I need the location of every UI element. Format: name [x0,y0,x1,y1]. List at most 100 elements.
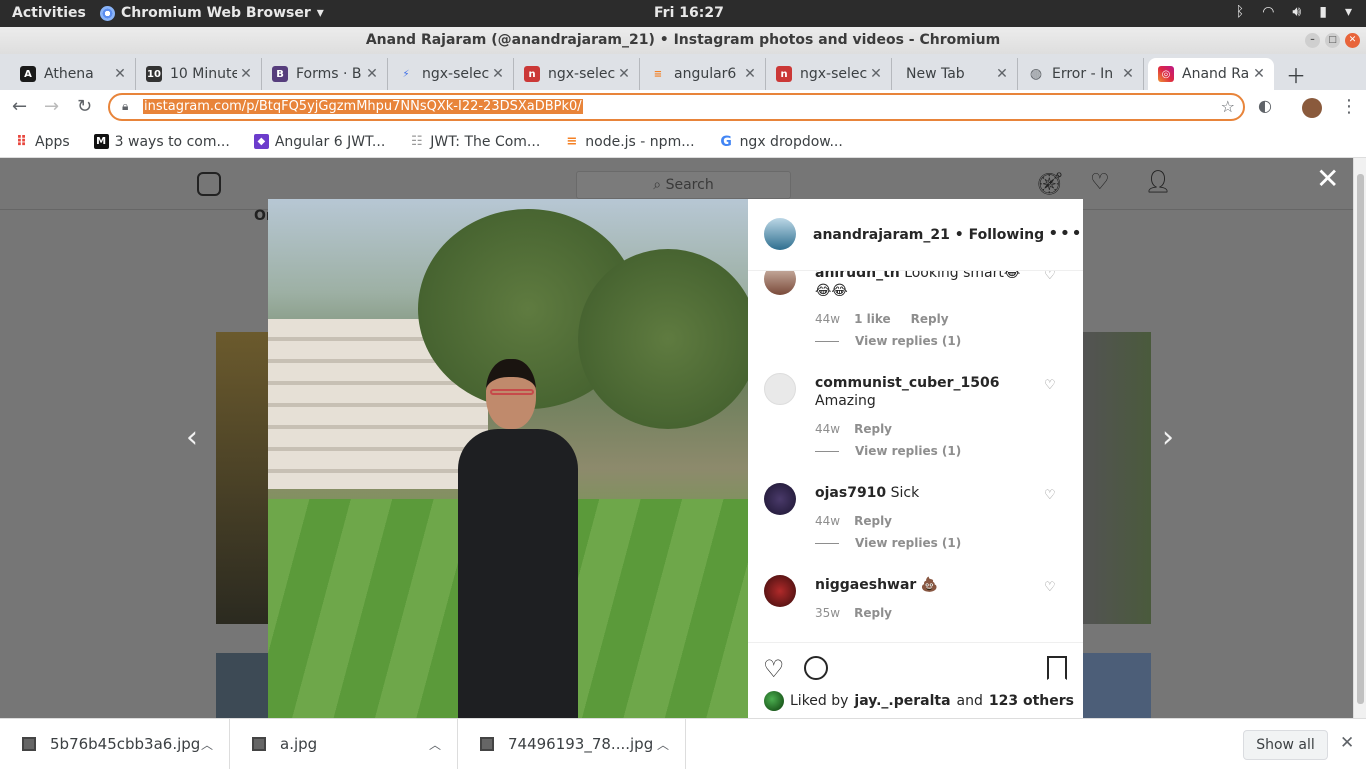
comment-likes[interactable]: 1 like [854,312,891,326]
bluetooth-icon[interactable]: ᛒ [1236,4,1244,20]
author-avatar[interactable] [764,218,796,250]
tab-close-icon[interactable]: ✕ [1119,66,1137,82]
bookmark-apps[interactable]: ⠿ Apps [14,134,70,150]
tab-athena[interactable]: A Athena ✕ [10,58,136,90]
view-replies-button[interactable]: View replies (1) [815,444,961,458]
compass-icon[interactable]: 🧭︎ [1036,172,1064,197]
minimize-button[interactable]: – [1305,33,1320,48]
instagram-logo-icon[interactable] [197,172,221,196]
extension-icon[interactable]: ◐ [1258,96,1272,115]
tab-forms[interactable]: B Forms · B ✕ [262,58,388,90]
forward-arrow-icon[interactable]: → [44,96,59,117]
search-input[interactable]: ⌕ Search [576,171,791,199]
chevron-up-icon[interactable]: ︿ [657,736,669,753]
new-tab-button[interactable]: ＋ [1286,60,1306,89]
tab-close-icon[interactable]: ✕ [615,66,633,82]
lock-icon[interactable]: 🔒︎ [122,99,128,114]
tab-new-tab[interactable]: New Tab ✕ [892,58,1018,90]
tab-ngx-select-1[interactable]: ⚡ ngx-selec ✕ [388,58,514,90]
bookmark-nodejs[interactable]: ≡ node.js - npm... [564,134,694,150]
reload-icon[interactable]: ↻ [77,96,92,117]
tab-close-icon[interactable]: ✕ [867,66,885,82]
tab-ngx-select-3[interactable]: n ngx-selec ✕ [766,58,892,90]
liked-by-others[interactable]: 123 others [989,693,1074,709]
chevron-up-icon[interactable]: ︿ [429,736,441,753]
page-scrollbar[interactable] [1353,158,1366,718]
profile-icon[interactable]: 👤︎ [1144,170,1172,195]
show-all-downloads-button[interactable]: Show all [1243,730,1328,760]
next-post-arrow-icon[interactable]: › [1162,420,1174,455]
tab-instagram[interactable]: ◎ Anand Ra ✕ [1148,58,1274,90]
bookmark-jwt[interactable]: ☷ JWT: The Com... [409,134,540,150]
background-post-thumbnail[interactable] [1083,332,1151,624]
download-item[interactable]: 5b76b45cbb3a6.jpg ︿ [0,719,230,769]
activities-button[interactable]: Activities [12,5,86,21]
chevron-up-icon[interactable]: ︿ [201,736,213,753]
liked-by-user[interactable]: jay._.peralta [854,693,950,709]
view-replies-button[interactable]: View replies (1) [815,536,961,550]
commenter-avatar[interactable] [764,575,796,607]
liker-avatar[interactable] [764,691,784,711]
back-arrow-icon[interactable]: ← [12,96,27,117]
comment-username[interactable]: niggaeshwar [815,577,916,593]
reply-button[interactable]: Reply [854,422,892,436]
bookmark-ngx-dropdown[interactable]: G ngx dropdow... [719,134,843,150]
post-photo[interactable] [268,199,748,718]
comment-username[interactable]: communist_cuber_1506 [815,374,1030,392]
comments-list[interactable]: anirudh_th Looking smart😂😂😂 ♡ 44w 1 like… [748,271,1083,641]
background-post-thumbnail[interactable] [216,332,268,624]
tab-close-icon[interactable]: ✕ [489,66,507,82]
tab-10-minute[interactable]: 10 10 Minute ✕ [136,58,262,90]
address-bar[interactable]: 🔒︎ instagram.com/p/BtqFQ5yjGgzmMhpu7NNsQ… [108,93,1245,121]
tab-close-icon[interactable]: ✕ [741,66,759,82]
menu-kebab-icon[interactable]: ⋮ [1340,96,1358,117]
tab-close-icon[interactable]: ✕ [111,66,129,82]
bookmark-3-ways[interactable]: M 3 ways to com... [93,134,230,150]
volume-icon[interactable]: 🔊︎ [1292,4,1301,20]
tab-error[interactable]: ◍ Error - In ✕ [1018,58,1144,90]
comment-like-heart-icon[interactable]: ♡ [1044,580,1056,595]
view-replies-button[interactable]: View replies (1) [815,334,961,348]
tab-angular6[interactable]: ≡ angular6 ✕ [640,58,766,90]
app-menu[interactable]: Chromium Web Browser ▾ [100,5,324,21]
close-window-button[interactable]: ✕ [1345,33,1360,48]
reply-button[interactable]: Reply [854,514,892,528]
follow-status-button[interactable]: Following [969,227,1045,243]
tab-close-icon[interactable]: ✕ [237,66,255,82]
bookmark-star-icon[interactable]: ☆ [1221,97,1235,116]
maximize-button[interactable]: □ [1325,33,1340,48]
system-tray[interactable]: ᛒ ◠ 🔊︎ ▮ ▾ [1236,4,1352,20]
comment-like-heart-icon[interactable]: ♡ [1044,488,1056,503]
reply-button[interactable]: Reply [911,312,949,326]
tab-close-icon[interactable]: ✕ [993,66,1011,82]
like-heart-icon[interactable]: ♡ [763,655,785,683]
save-bookmark-icon[interactable] [1047,656,1067,680]
power-menu-icon[interactable]: ▾ [1345,4,1352,20]
close-modal-icon[interactable]: ✕ [1316,162,1339,195]
clock[interactable]: Fri 16:27 [654,5,724,21]
commenter-avatar[interactable] [764,483,796,515]
comment-username[interactable]: ojas7910 [815,485,886,501]
reply-button[interactable]: Reply [854,606,892,620]
comment-username[interactable]: anirudh_th [815,271,900,281]
comment-bubble-icon[interactable] [804,656,828,680]
background-post-thumbnail[interactable] [216,653,268,718]
previous-post-arrow-icon[interactable]: ‹ [186,420,198,455]
bookmark-angular-jwt[interactable]: ◆ Angular 6 JWT... [253,134,385,150]
background-post-thumbnail[interactable] [1083,653,1151,718]
tab-ngx-select-2[interactable]: n ngx-selec ✕ [514,58,640,90]
profile-avatar[interactable] [1302,98,1322,118]
wifi-icon[interactable]: ◠ [1262,4,1274,20]
heart-icon[interactable]: ♡ [1090,170,1110,195]
download-item[interactable]: a.jpg ︿ [230,719,458,769]
commenter-avatar[interactable] [764,373,796,405]
battery-icon[interactable]: ▮ [1319,4,1327,20]
scrollbar-thumb[interactable] [1357,174,1364,704]
author-username[interactable]: anandrajaram_21 [813,227,950,243]
comment-like-heart-icon[interactable]: ♡ [1044,378,1056,393]
close-download-bar-icon[interactable]: ✕ [1340,733,1354,753]
tab-close-icon[interactable]: ✕ [363,66,381,82]
comment-like-heart-icon[interactable]: ♡ [1044,271,1056,283]
commenter-avatar[interactable] [764,271,796,295]
more-options-icon[interactable]: ••• [1048,223,1083,244]
